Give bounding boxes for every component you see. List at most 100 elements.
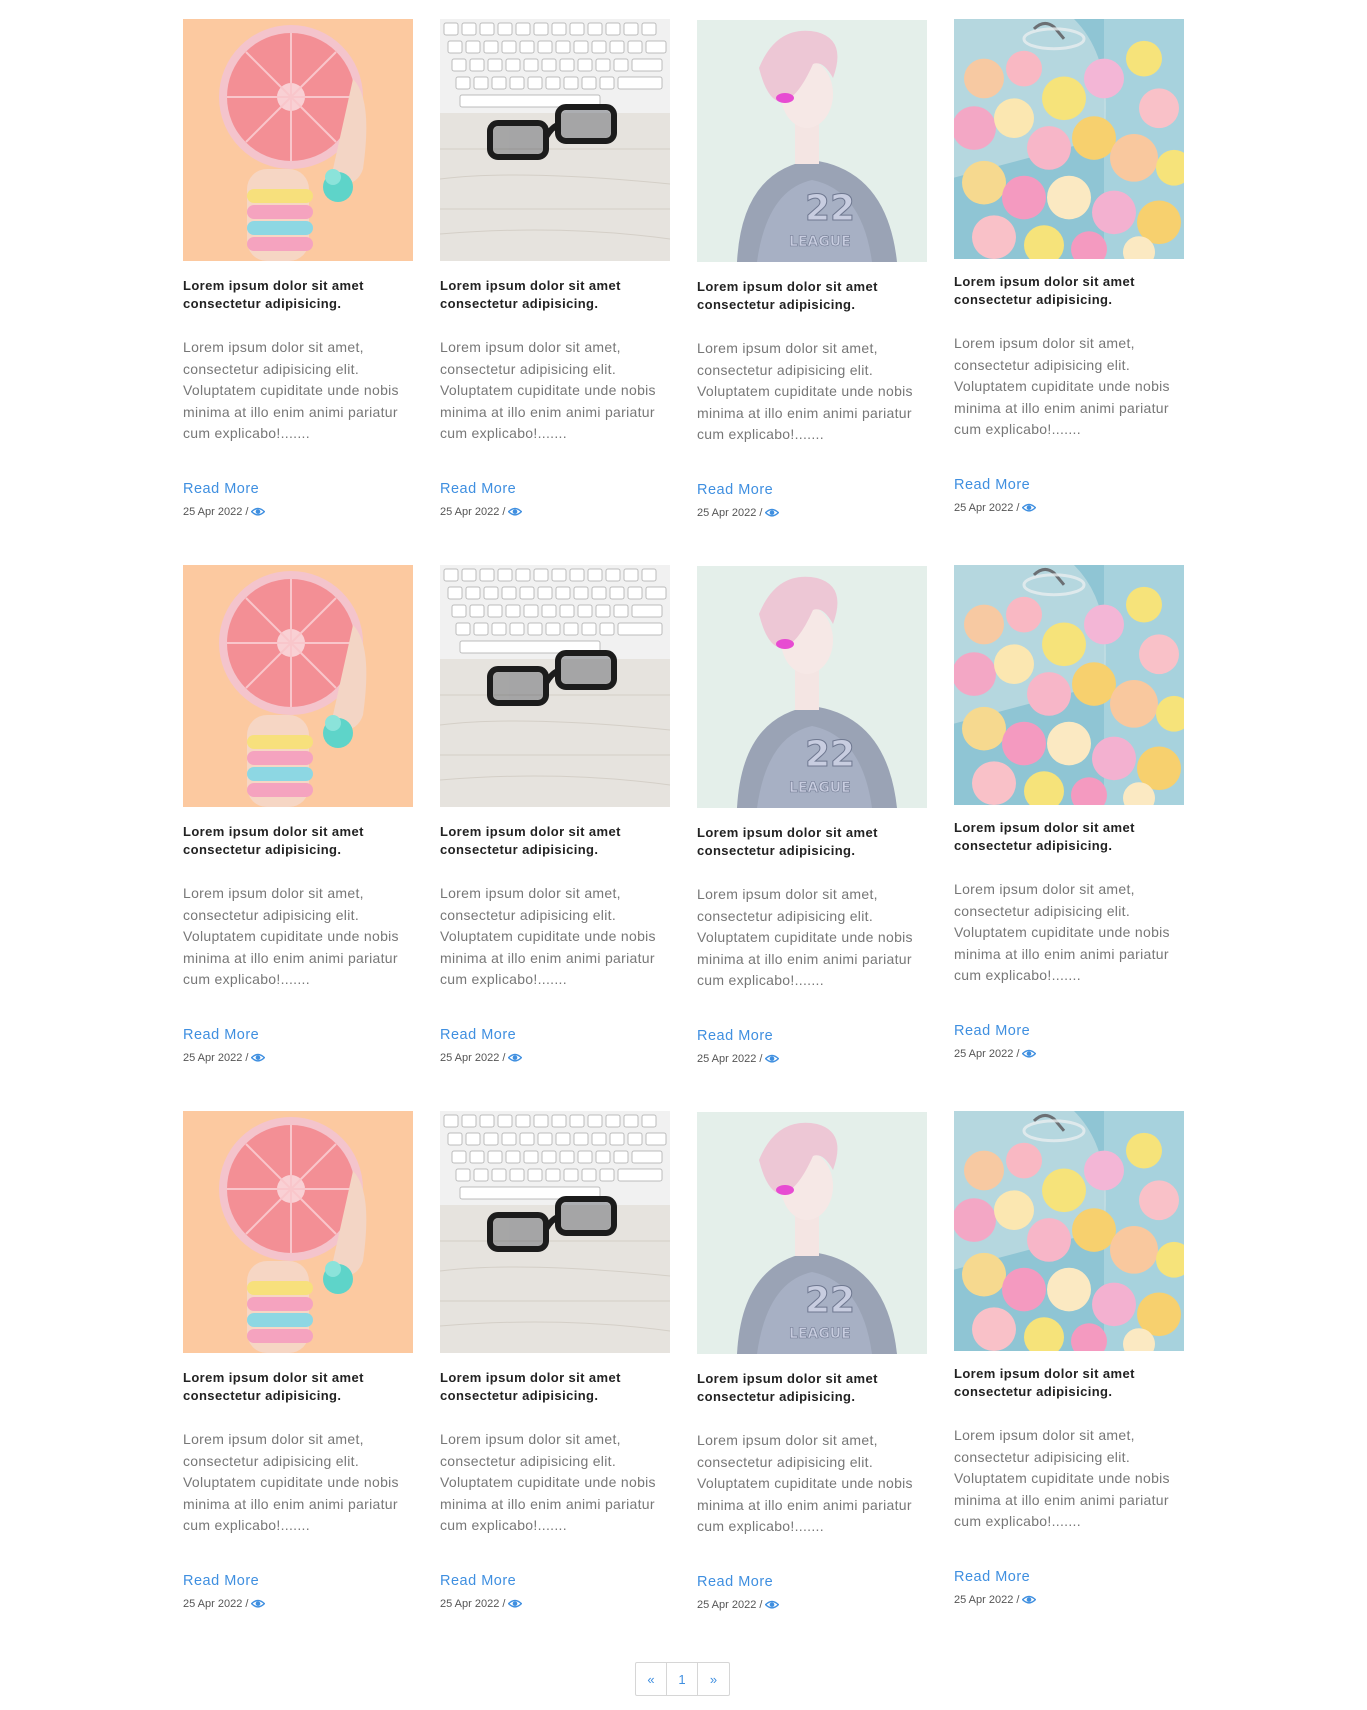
svg-text:22: 22 [805, 1280, 855, 1321]
post-card: Lorem ipsum dolor sit amet consectetur a… [440, 565, 670, 1111]
read-more-link[interactable]: Read More [954, 477, 1030, 493]
candy-jar-photo[interactable] [954, 1111, 1184, 1351]
post-date: 25 Apr 2022 [440, 505, 500, 518]
read-more-link[interactable]: Read More [697, 1574, 773, 1590]
eye-icon [1021, 503, 1037, 513]
post-excerpt: Lorem ipsum dolor sit amet, consectetur … [954, 335, 1170, 438]
post-meta: 25 Apr 2022/ [440, 1052, 670, 1064]
eye-icon [507, 1599, 523, 1609]
keyboard-glasses-photo[interactable] [440, 19, 670, 261]
svg-text:22: 22 [805, 734, 855, 775]
post-meta: 25 Apr 2022/ [954, 1594, 1184, 1606]
grapefruit-photo[interactable] [183, 565, 413, 807]
meta-separator: / [245, 1597, 249, 1610]
meta-separator: / [759, 1598, 763, 1611]
post-date: 25 Apr 2022 [440, 1051, 500, 1064]
post-excerpt: Lorem ipsum dolor sit amet, consectetur … [697, 1432, 913, 1535]
candy-jar-photo[interactable] [954, 19, 1184, 259]
meta-separator: / [245, 1051, 249, 1064]
post-meta: 25 Apr 2022/ [697, 1599, 927, 1611]
meta-separator: / [502, 505, 506, 518]
post-excerpt: Lorem ipsum dolor sit amet, consectetur … [183, 339, 399, 442]
grapefruit-photo[interactable] [183, 1111, 413, 1353]
post-card: 22 LEAGUE Lorem ipsum dolor sit amet con… [697, 19, 927, 565]
post-meta: 25 Apr 2022/ [183, 1052, 413, 1064]
post-excerpt: Lorem ipsum dolor sit amet, consectetur … [954, 881, 1170, 984]
eye-icon [764, 508, 780, 518]
post-excerpt: Lorem ipsum dolor sit amet, consectetur … [183, 1431, 399, 1534]
pink-hair-woman-photo[interactable]: 22 LEAGUE [697, 20, 927, 262]
meta-separator: / [1016, 1593, 1020, 1606]
post-meta: 25 Apr 2022/ [183, 506, 413, 518]
keyboard-glasses-photo[interactable] [440, 1111, 670, 1353]
post-excerpt: Lorem ipsum dolor sit amet, consectetur … [183, 885, 399, 988]
grapefruit-photo[interactable] [183, 19, 413, 261]
post-grid: Lorem ipsum dolor sit amet consectetur a… [183, 19, 1186, 1657]
eye-icon [764, 1054, 780, 1064]
read-more-link[interactable]: Read More [954, 1023, 1030, 1039]
post-card: Lorem ipsum dolor sit amet consectetur a… [440, 1111, 670, 1657]
post-excerpt: Lorem ipsum dolor sit amet, consectetur … [697, 340, 913, 443]
post-card: Lorem ipsum dolor sit amet consectetur a… [954, 19, 1184, 565]
post-title: Lorem ipsum dolor sit amet consectetur a… [954, 1366, 1135, 1399]
post-date: 25 Apr 2022 [697, 1598, 757, 1611]
post-row: Lorem ipsum dolor sit amet consectetur a… [183, 565, 1186, 1111]
read-more-link[interactable]: Read More [183, 1573, 259, 1589]
eye-icon [250, 507, 266, 517]
read-more-link[interactable]: Read More [954, 1569, 1030, 1585]
pagination-next[interactable]: » [698, 1663, 729, 1695]
eye-icon [507, 507, 523, 517]
post-excerpt: Lorem ipsum dolor sit amet, consectetur … [697, 886, 913, 989]
post-date: 25 Apr 2022 [954, 1047, 1014, 1060]
post-excerpt: Lorem ipsum dolor sit amet, consectetur … [440, 1431, 656, 1534]
pagination-page-1[interactable]: 1 [667, 1663, 698, 1695]
svg-text:22: 22 [805, 188, 855, 229]
read-more-link[interactable]: Read More [183, 1027, 259, 1043]
read-more-link[interactable]: Read More [697, 482, 773, 498]
post-title: Lorem ipsum dolor sit amet consectetur a… [440, 1370, 621, 1403]
post-title: Lorem ipsum dolor sit amet consectetur a… [183, 1370, 364, 1403]
post-date: 25 Apr 2022 [954, 501, 1014, 514]
post-excerpt: Lorem ipsum dolor sit amet, consectetur … [954, 1427, 1170, 1530]
post-title: Lorem ipsum dolor sit amet consectetur a… [954, 274, 1135, 307]
post-date: 25 Apr 2022 [954, 1593, 1014, 1606]
post-card: Lorem ipsum dolor sit amet consectetur a… [183, 565, 413, 1111]
post-excerpt: Lorem ipsum dolor sit amet, consectetur … [440, 339, 656, 442]
post-meta: 25 Apr 2022/ [954, 1048, 1184, 1060]
post-card: 22 LEAGUE Lorem ipsum dolor sit amet con… [697, 1111, 927, 1657]
post-title: Lorem ipsum dolor sit amet consectetur a… [183, 824, 364, 857]
post-title: Lorem ipsum dolor sit amet consectetur a… [697, 279, 878, 312]
eye-icon [250, 1053, 266, 1063]
pink-hair-woman-photo[interactable]: 22 LEAGUE [697, 566, 927, 808]
post-meta: 25 Apr 2022/ [697, 1053, 927, 1065]
post-date: 25 Apr 2022 [697, 1052, 757, 1065]
post-title: Lorem ipsum dolor sit amet consectetur a… [183, 278, 364, 311]
svg-text:LEAGUE: LEAGUE [789, 1326, 851, 1342]
post-card: Lorem ipsum dolor sit amet consectetur a… [183, 19, 413, 565]
post-meta: 25 Apr 2022/ [183, 1598, 413, 1610]
keyboard-glasses-photo[interactable] [440, 565, 670, 807]
svg-text:LEAGUE: LEAGUE [789, 780, 851, 796]
post-row: Lorem ipsum dolor sit amet consectetur a… [183, 1111, 1186, 1657]
read-more-link[interactable]: Read More [440, 1027, 516, 1043]
post-date: 25 Apr 2022 [183, 505, 243, 518]
post-title: Lorem ipsum dolor sit amet consectetur a… [954, 820, 1135, 853]
post-meta: 25 Apr 2022/ [440, 506, 670, 518]
pagination-prev[interactable]: « [636, 1663, 667, 1695]
read-more-link[interactable]: Read More [440, 1573, 516, 1589]
read-more-link[interactable]: Read More [440, 481, 516, 497]
eye-icon [250, 1599, 266, 1609]
pagination: « 1 » [635, 1662, 730, 1696]
candy-jar-photo[interactable] [954, 565, 1184, 805]
read-more-link[interactable]: Read More [697, 1028, 773, 1044]
meta-separator: / [759, 506, 763, 519]
post-card: Lorem ipsum dolor sit amet consectetur a… [440, 19, 670, 565]
post-title: Lorem ipsum dolor sit amet consectetur a… [697, 825, 878, 858]
pink-hair-woman-photo[interactable]: 22 LEAGUE [697, 1112, 927, 1354]
post-card: Lorem ipsum dolor sit amet consectetur a… [954, 565, 1184, 1111]
svg-text:LEAGUE: LEAGUE [789, 234, 851, 250]
post-date: 25 Apr 2022 [697, 506, 757, 519]
read-more-link[interactable]: Read More [183, 481, 259, 497]
post-excerpt: Lorem ipsum dolor sit amet, consectetur … [440, 885, 656, 988]
eye-icon [1021, 1049, 1037, 1059]
